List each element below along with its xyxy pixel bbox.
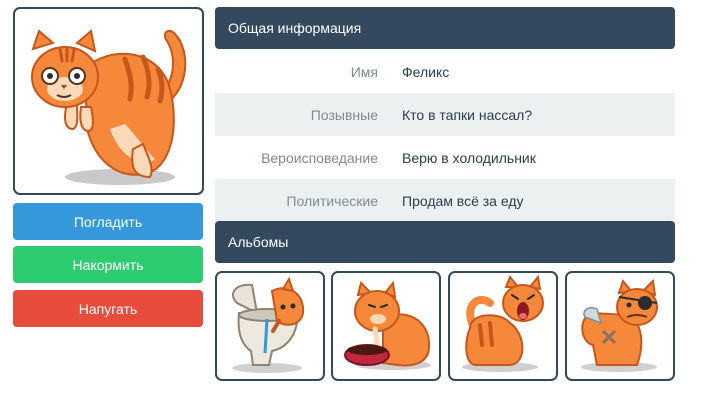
scare-button[interactable]: Напугать [13,290,203,327]
albums-title: Альбомы [228,234,289,250]
info-value: Кто в тапки нассал? [402,106,533,123]
album-thumbnail[interactable] [215,271,325,381]
info-value: Феликс [402,63,450,80]
cat-toilet-icon [232,276,305,373]
feed-button[interactable]: Накормить [13,246,203,283]
profile-avatar [13,7,204,195]
info-label: Позывные [310,106,378,123]
pet-button[interactable]: Погладить [13,203,203,240]
album-thumbnail[interactable] [448,271,558,381]
info-row-religion: Вероисповедание Верю в холодильник [215,136,675,179]
cat-pirate-icon [581,278,658,372]
cat-food-bowl-icon [344,280,431,370]
orange-cat-icon [31,29,187,185]
album-thumbnail[interactable] [565,271,675,381]
album-thumbnail[interactable] [331,271,441,381]
info-title: Общая информация [228,20,362,36]
albums-header: Альбомы [215,221,675,263]
info-header: Общая информация [215,7,675,49]
info-value: Продам всё за еду [402,192,524,209]
info-label: Имя [350,63,378,80]
info-row-callsign: Позывные Кто в тапки нассал? [215,93,675,136]
info-row-name: Имя Феликс [215,50,675,93]
info-label: Вероисповедание [261,149,378,166]
info-value: Верю в холодильник [402,149,536,166]
cat-yawning-icon [462,274,544,372]
info-label: Политические [286,192,378,209]
info-row-politics: Политические Продам всё за еду [215,179,675,222]
